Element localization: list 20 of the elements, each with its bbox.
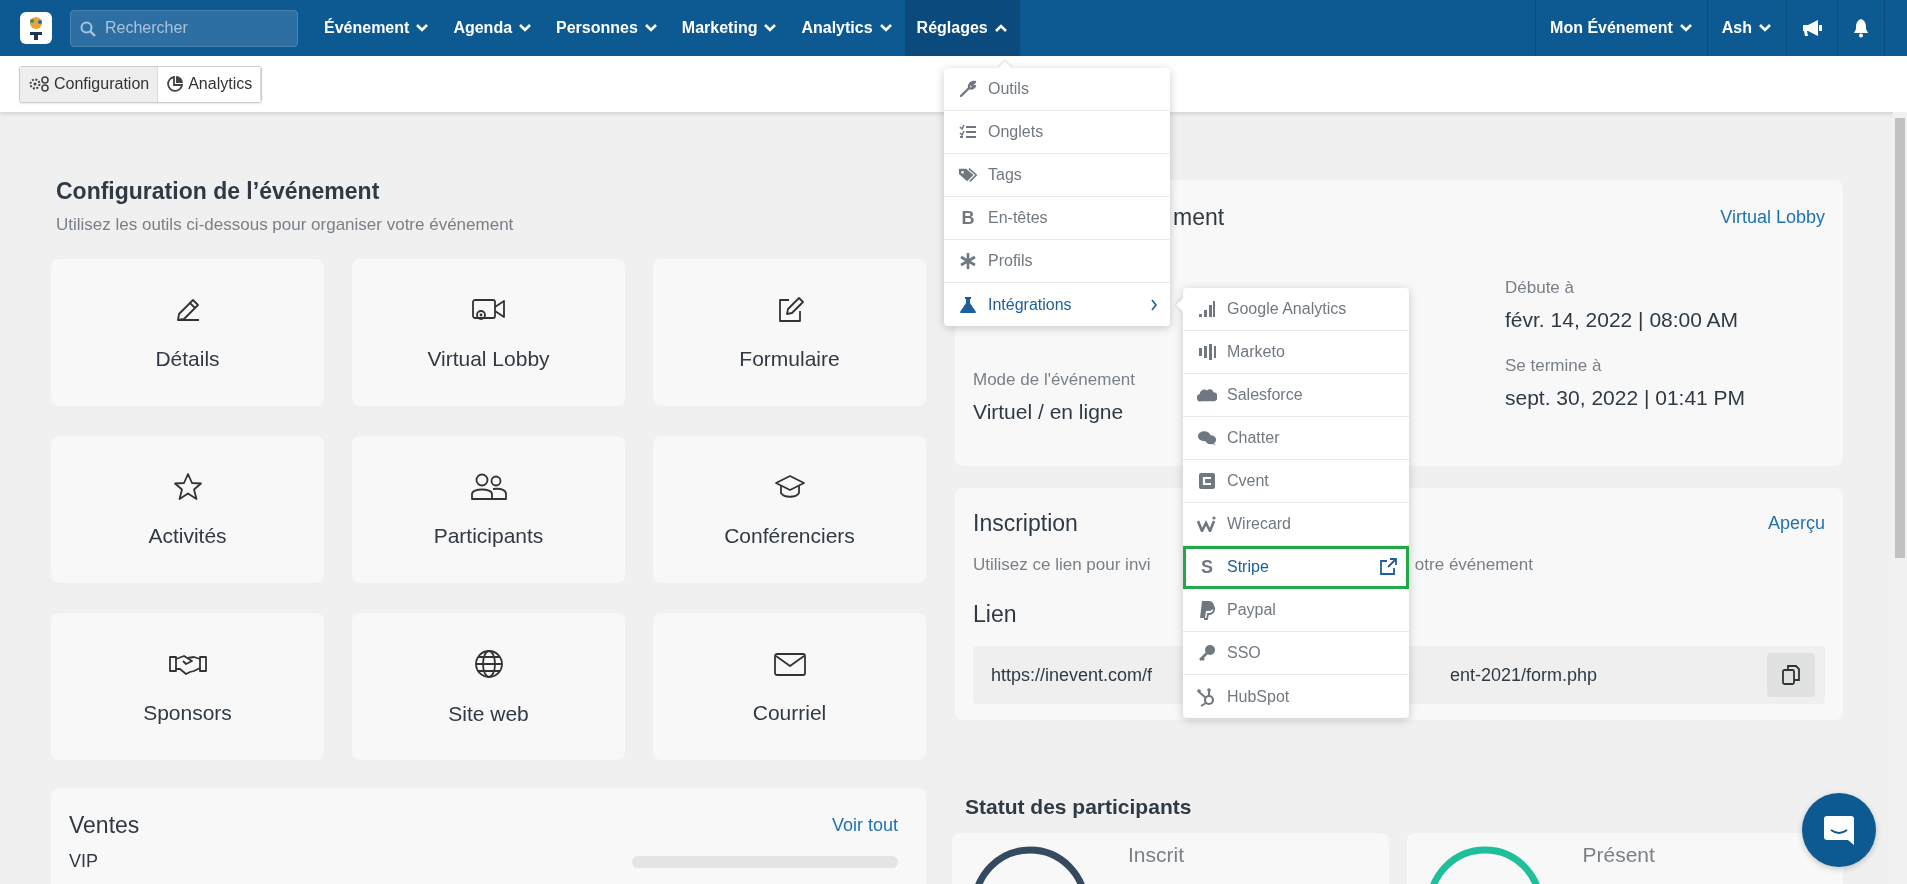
description-text: otre événement [1414,555,1533,575]
card-title: Inscription [973,510,1078,537]
card-title: ment [1173,204,1225,231]
section-title: Configuration de l’événement [56,178,381,205]
status-label: Inscrit [1128,843,1184,868]
field-value: Virtuel / en ligne [973,400,1125,424]
field-label: Se termine à [1505,356,1603,376]
ticket-name: VIP [69,851,98,872]
url-text: https://inevent.com/f [991,664,1153,686]
status-label: Présent [1582,843,1655,868]
description-text: Utilisez ce lien pour invi [973,555,1151,575]
card-title: Lien [973,601,1017,628]
section-title: Statut des participants [965,795,1193,819]
url-text: ent-2021/form.php [1449,664,1597,686]
section-subtitle: Utilisez les outils ci-dessous pour organiser votre événement [56,215,515,235]
card-title: Ventes [69,812,140,839]
field-label: Mode de l'événement [973,370,1135,390]
field-label: Débute à [1505,278,1575,298]
field-value: sept. 30, 2022 | 01:41 PM [1505,386,1747,410]
field-value: févr. 14, 2022 | 08:00 AM [1505,308,1740,332]
